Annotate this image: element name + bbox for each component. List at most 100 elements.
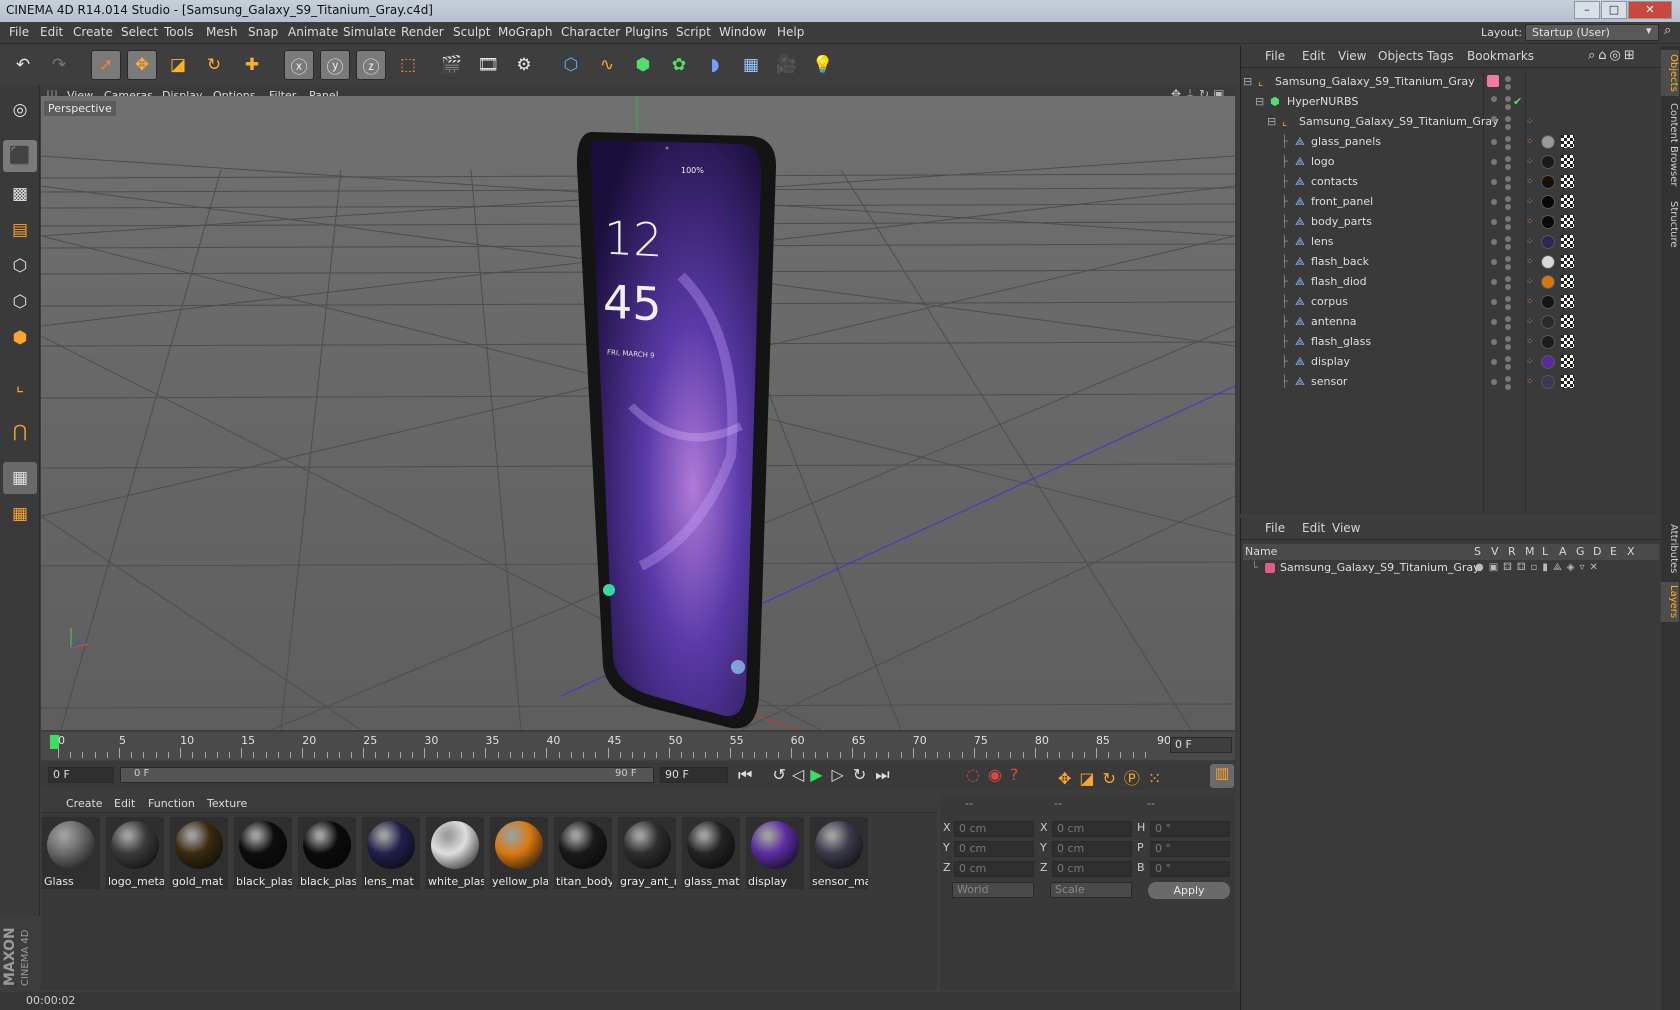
uvw-tag-icon[interactable] bbox=[1561, 355, 1574, 368]
redo-icon[interactable]: ↷ bbox=[44, 50, 74, 80]
range-slider[interactable] bbox=[120, 767, 654, 783]
cube-icon[interactable]: ⬡ bbox=[556, 50, 586, 80]
timeline-icon[interactable]: ▥ bbox=[1210, 764, 1234, 788]
menu-edit[interactable]: Edit bbox=[40, 25, 63, 39]
scale-select[interactable]: Scale bbox=[1050, 882, 1132, 898]
current-frame-field[interactable]: 0 F bbox=[1170, 737, 1232, 753]
object-row-front-panel[interactable]: ├ ⟁ front_panel ⁘ bbox=[1243, 192, 1663, 212]
undo-icon[interactable]: ↶ bbox=[8, 50, 38, 80]
menu-create[interactable]: Create bbox=[73, 25, 113, 39]
menu-select[interactable]: Select bbox=[121, 25, 158, 39]
apply-button[interactable]: Apply bbox=[1148, 882, 1230, 899]
x-axis-icon[interactable]: ⓧ bbox=[284, 50, 314, 80]
material-tag-icon[interactable] bbox=[1541, 335, 1555, 349]
end-frame-field[interactable]: 90 F bbox=[660, 767, 728, 783]
size-field[interactable]: 0 cm bbox=[1052, 841, 1132, 857]
menu-mograph[interactable]: MoGraph bbox=[498, 25, 553, 39]
texture-mode-icon[interactable]: ▩ bbox=[3, 178, 37, 210]
menu-animate[interactable]: Animate bbox=[288, 25, 338, 39]
phong-tag-icon[interactable]: ⁘ bbox=[1526, 272, 1534, 292]
material-tag-icon[interactable] bbox=[1541, 195, 1555, 209]
object-row-contacts[interactable]: ├ ⟁ contacts ⁘ bbox=[1243, 172, 1663, 192]
material-tag-icon[interactable] bbox=[1541, 275, 1555, 289]
phong-tag-icon[interactable]: ⁘ bbox=[1526, 212, 1534, 232]
uvw-tag-icon[interactable] bbox=[1561, 155, 1574, 168]
model-mode-icon[interactable]: ⬛ bbox=[3, 140, 37, 172]
uvw-tag-icon[interactable] bbox=[1561, 235, 1574, 248]
material-tag-icon[interactable] bbox=[1541, 295, 1555, 309]
layer-col-g[interactable]: G bbox=[1576, 545, 1585, 558]
uvw-tag-icon[interactable] bbox=[1561, 335, 1574, 348]
uvw-tag-icon[interactable] bbox=[1561, 315, 1574, 328]
size-field[interactable]: 0 cm bbox=[1052, 821, 1132, 837]
render-picture-viewer-icon[interactable]: 🎞 bbox=[473, 50, 503, 80]
material-tag-icon[interactable] bbox=[1541, 315, 1555, 329]
material-swatch[interactable]: yellow_pla: bbox=[490, 817, 548, 889]
menu-simulate[interactable]: Simulate bbox=[343, 25, 396, 39]
add-icon[interactable]: ✚ bbox=[237, 50, 267, 80]
side-tab-layers[interactable]: Layers bbox=[1661, 582, 1679, 622]
nurbs-icon[interactable]: ⬢ bbox=[628, 50, 658, 80]
phong-tag-icon[interactable]: ⁘ bbox=[1526, 192, 1534, 212]
layer-menu-view[interactable]: View bbox=[1332, 521, 1360, 535]
floor-icon[interactable]: ▦ bbox=[736, 50, 766, 80]
menu-mesh[interactable]: Mesh bbox=[206, 25, 238, 39]
phong-tag-icon[interactable]: ⁘ bbox=[1526, 332, 1534, 352]
edges-mode-icon[interactable]: ⬡ bbox=[3, 286, 37, 318]
uvw-tag-icon[interactable] bbox=[1561, 135, 1574, 148]
points-mode-icon[interactable]: ⬡ bbox=[3, 250, 37, 282]
phong-tag-icon[interactable]: ⁘ bbox=[1526, 132, 1534, 152]
menu-character[interactable]: Character bbox=[561, 25, 620, 39]
material-tag-icon[interactable] bbox=[1541, 355, 1555, 369]
polygons-mode-icon[interactable]: ⬢ bbox=[3, 322, 37, 354]
start-frame-field[interactable]: 0 F bbox=[48, 767, 114, 783]
minimize-button[interactable]: – bbox=[1574, 1, 1600, 19]
locked-workplane-icon[interactable]: ▦ bbox=[3, 462, 37, 494]
material-swatch[interactable]: glass_mat bbox=[682, 817, 740, 889]
uvw-tag-icon[interactable] bbox=[1561, 195, 1574, 208]
close-button[interactable]: ✕ bbox=[1628, 1, 1672, 19]
rotation-field[interactable]: 0 ° bbox=[1150, 821, 1230, 837]
material-swatch[interactable]: display bbox=[746, 817, 804, 889]
array-icon[interactable]: ✿ bbox=[664, 50, 694, 80]
layer-col-l[interactable]: L bbox=[1542, 545, 1548, 558]
magnet-icon[interactable]: ⋂ bbox=[3, 416, 37, 448]
position-field[interactable]: 0 cm bbox=[954, 861, 1034, 877]
layout-select[interactable]: Startup (User) bbox=[1525, 24, 1659, 41]
layer-col-m[interactable]: M bbox=[1525, 545, 1535, 558]
phong-tag-icon[interactable]: ⁘ bbox=[1526, 232, 1534, 252]
layer-col-v[interactable]: V bbox=[1491, 545, 1499, 558]
camera-icon[interactable]: 🎥 bbox=[772, 50, 802, 80]
material-swatch[interactable]: Glass bbox=[42, 817, 100, 889]
object-row-group[interactable]: ⊟ ⌞ Samsung_Galaxy_S9_Titanium_Gray ⁘ bbox=[1243, 112, 1663, 132]
object-row-logo[interactable]: ├ ⟁ logo ⁘ bbox=[1243, 152, 1663, 172]
object-row-hypernurbs[interactable]: ⊟ ⬢ HyperNURBS ✔ bbox=[1243, 92, 1663, 112]
maximize-button[interactable]: □ bbox=[1601, 1, 1627, 19]
object-row-flash-diod[interactable]: ├ ⟁ flash_diod ⁘ bbox=[1243, 272, 1663, 292]
menu-help[interactable]: Help bbox=[777, 25, 804, 39]
side-tab-attributes[interactable]: Attributes bbox=[1661, 520, 1679, 578]
phong-tag-icon[interactable]: ⁘ bbox=[1526, 252, 1534, 272]
material-tag-icon[interactable] bbox=[1541, 215, 1555, 229]
side-tab-structure[interactable]: Structure bbox=[1661, 196, 1679, 252]
timeline-ruler[interactable] bbox=[41, 732, 1235, 760]
workplane-icon[interactable]: ▤ bbox=[3, 214, 37, 246]
layer-col-a[interactable]: A bbox=[1559, 545, 1567, 558]
object-row-lens[interactable]: ├ ⟁ lens ⁘ bbox=[1243, 232, 1663, 252]
position-field[interactable]: 0 cm bbox=[954, 841, 1034, 857]
layer-col-x[interactable]: X bbox=[1627, 545, 1635, 558]
deformer-icon[interactable]: ◗ bbox=[700, 50, 730, 80]
move-icon[interactable]: ✥ bbox=[127, 50, 157, 80]
phong-tag-icon[interactable]: ⁘ bbox=[1526, 152, 1534, 172]
obj-menu-tags[interactable]: Tags bbox=[1427, 49, 1454, 63]
search-icon[interactable]: ⌕ bbox=[1664, 23, 1671, 38]
y-axis-icon[interactable]: ⓨ bbox=[320, 50, 350, 80]
object-row-root[interactable]: ⊟ ⌞ Samsung_Galaxy_S9_Titanium_Gray bbox=[1243, 72, 1663, 92]
phong-tag-icon[interactable]: ⁘ bbox=[1526, 312, 1534, 332]
obj-menu-view[interactable]: View bbox=[1338, 49, 1366, 63]
menu-window[interactable]: Window bbox=[719, 25, 766, 39]
coordinate-system-icon[interactable]: ⬚ bbox=[393, 50, 423, 80]
material-swatch[interactable]: black_plast bbox=[234, 817, 292, 889]
uvw-tag-icon[interactable] bbox=[1561, 275, 1574, 288]
rotation-field[interactable]: 0 ° bbox=[1150, 841, 1230, 857]
